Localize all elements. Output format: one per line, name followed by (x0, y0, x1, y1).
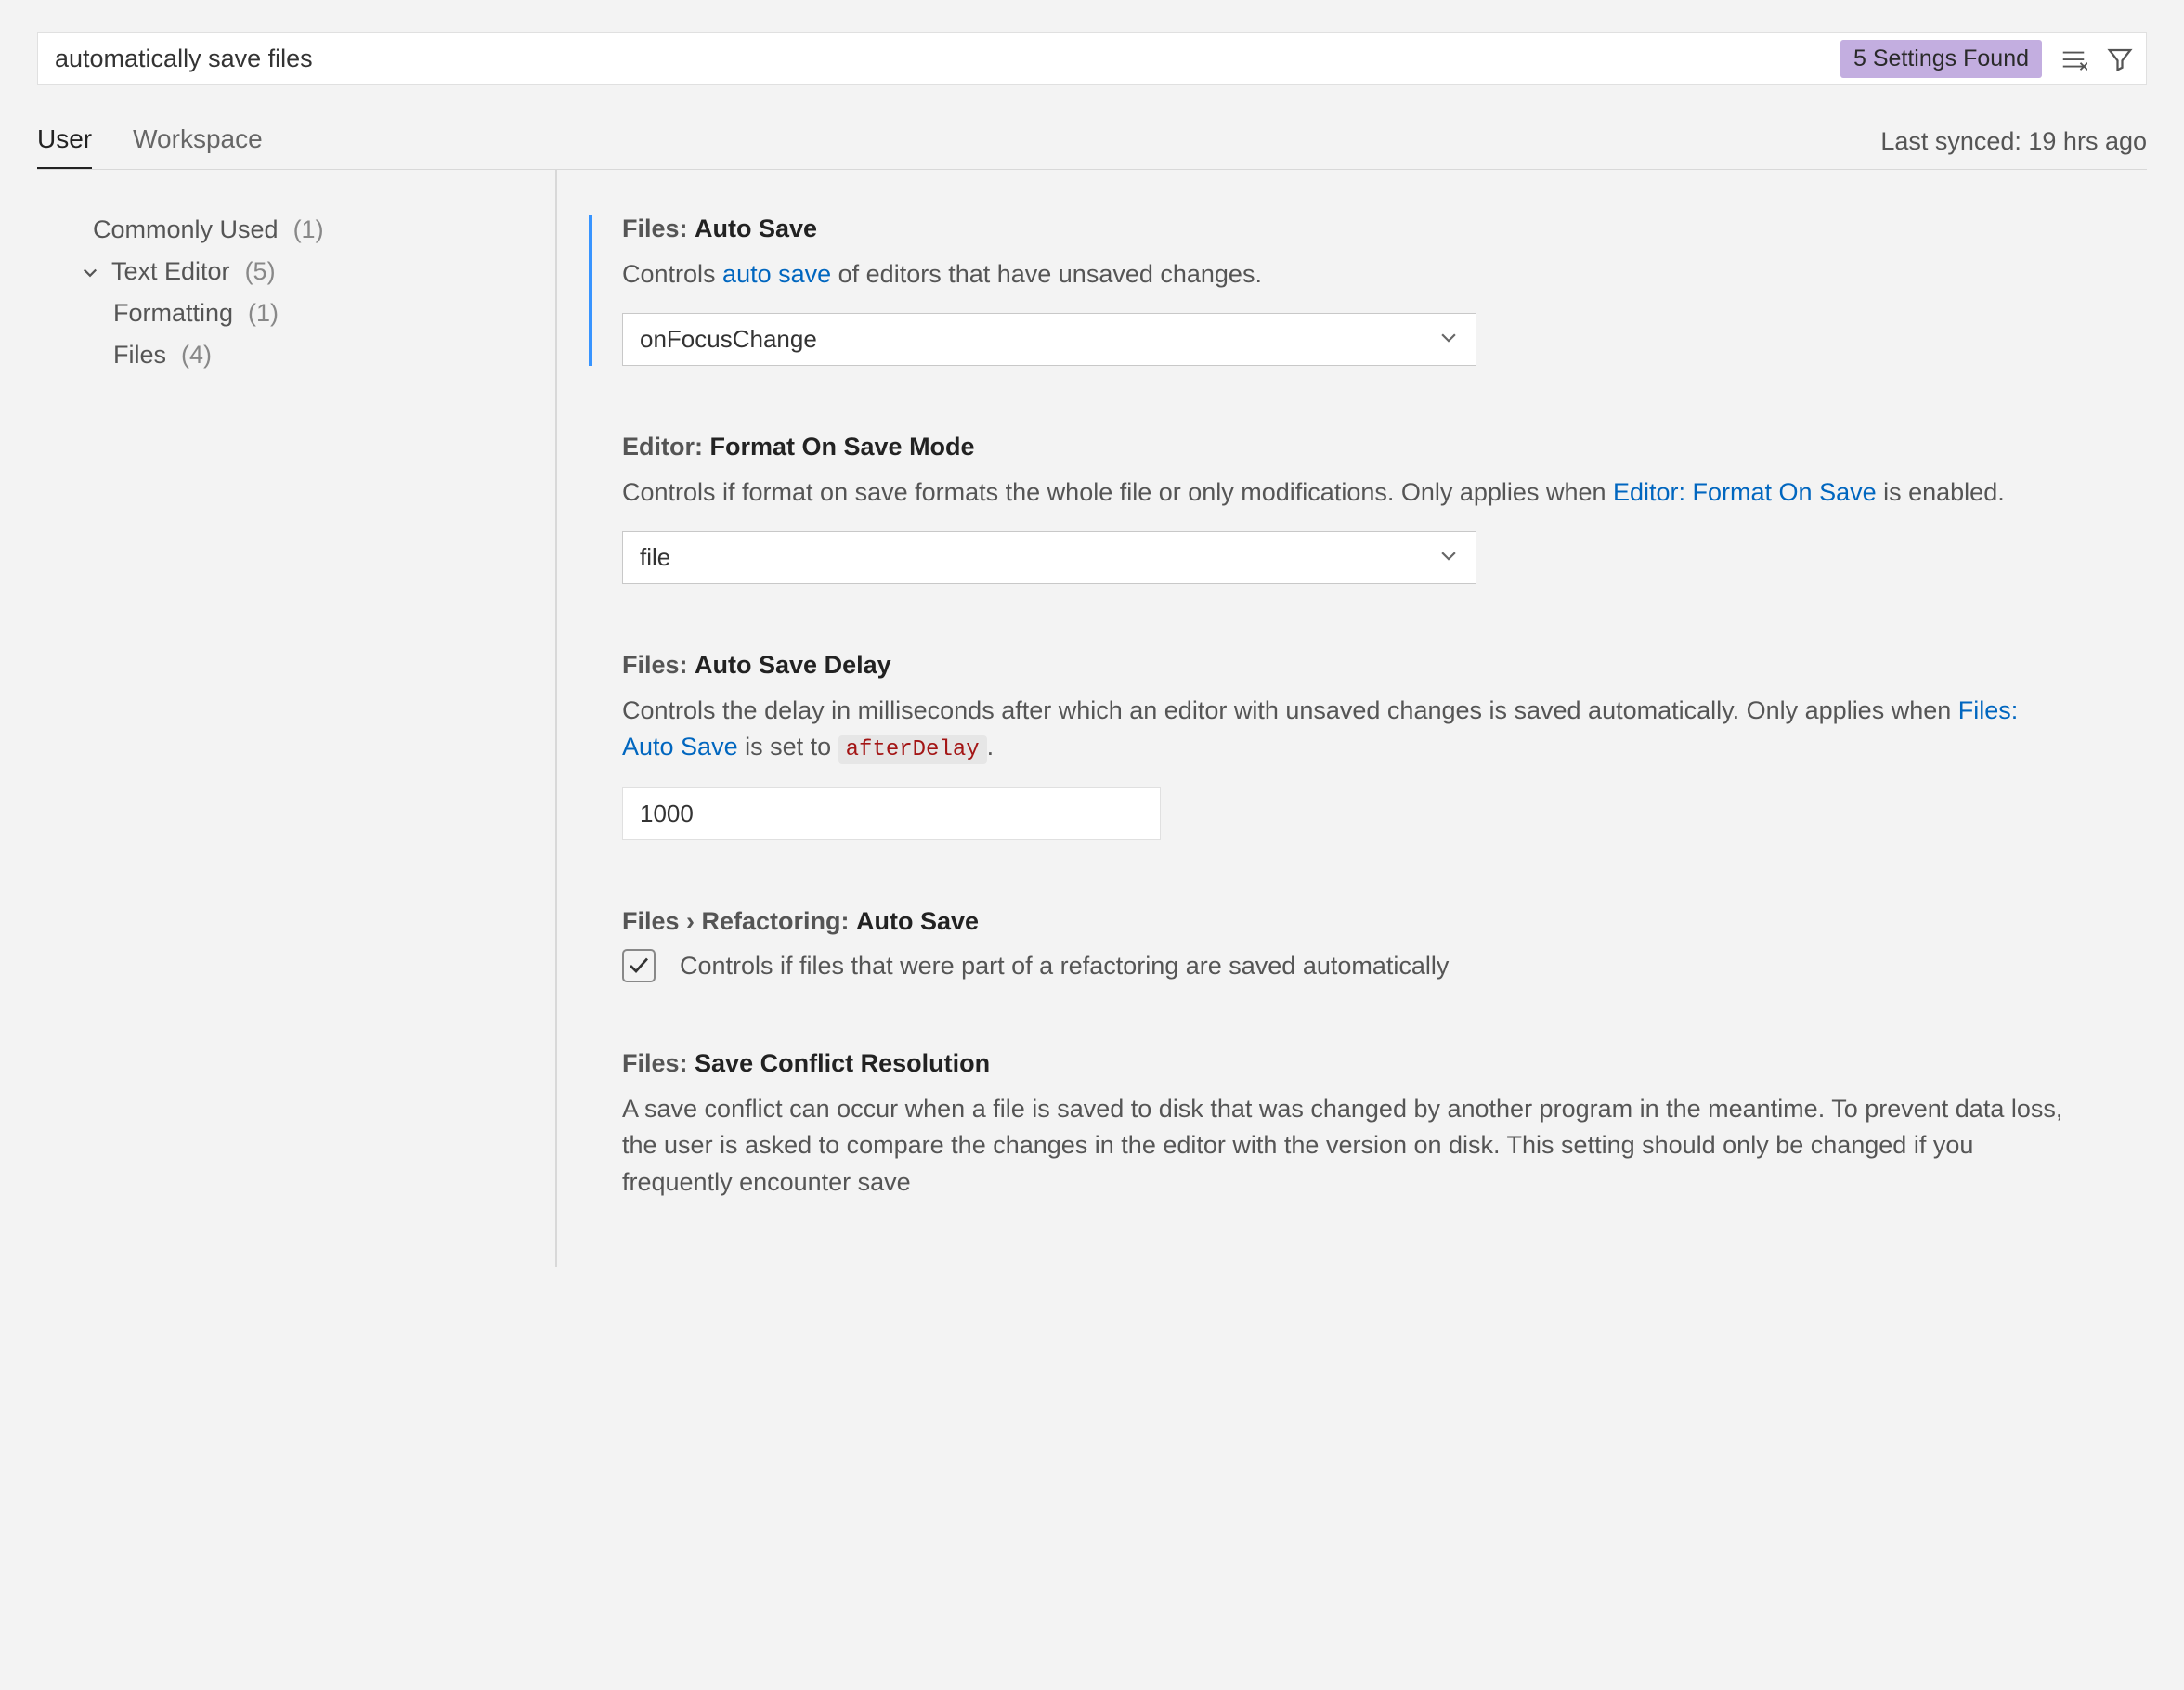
setting-title: Files: Auto Save Delay (622, 651, 2071, 680)
setting-name: Auto Save (695, 214, 817, 242)
refactoring-auto-save-checkbox[interactable] (622, 949, 656, 982)
desc-text: Controls if format on save formats the w… (622, 478, 1613, 506)
settings-content: Files: Auto Save Controls auto save of e… (557, 170, 2147, 1268)
sidebar-item-count: (4) (181, 341, 212, 370)
desc-text: Controls the delay in milliseconds after… (622, 696, 1958, 724)
settings-search-bar: 5 Settings Found (37, 32, 2147, 85)
format-on-save-mode-select[interactable]: file (622, 531, 1476, 584)
sidebar-item-label: Formatting (113, 299, 233, 328)
tab-workspace[interactable]: Workspace (133, 124, 263, 169)
desc-code: afterDelay (838, 735, 987, 764)
setting-name: Save Conflict Resolution (695, 1049, 990, 1077)
desc-link[interactable]: Editor: Format On Save (1613, 478, 1877, 506)
setting-format-on-save-mode: Editor: Format On Save Mode Controls if … (622, 433, 2071, 584)
auto-save-delay-input[interactable] (622, 787, 1161, 840)
setting-prefix: Files: (622, 1049, 695, 1077)
chevron-down-icon (78, 260, 102, 284)
chevron-down-icon (1438, 325, 1459, 354)
setting-prefix: Files: (622, 651, 695, 679)
setting-auto-save-delay: Files: Auto Save Delay Controls the dela… (622, 651, 2071, 840)
sidebar-item-label: Commonly Used (93, 215, 279, 244)
desc-text: is enabled. (1877, 478, 2005, 506)
filter-icon[interactable] (2100, 39, 2140, 80)
desc-text: . (987, 733, 994, 760)
select-value: onFocusChange (640, 325, 817, 354)
sidebar-item-files[interactable]: Files (4) (74, 334, 537, 376)
sidebar-item-text-editor[interactable]: Text Editor (5) (74, 251, 537, 292)
setting-description: Controls auto save of editors that have … (622, 256, 2037, 292)
setting-description: A save conflict can occur when a file is… (622, 1091, 2071, 1200)
sidebar-item-count: (1) (293, 215, 324, 244)
checkbox-label: Controls if files that were part of a re… (680, 952, 1449, 981)
desc-text: is set to (738, 733, 838, 760)
sidebar-item-label: Files (113, 341, 166, 370)
setting-title: Editor: Format On Save Mode (622, 433, 2071, 462)
chevron-down-icon (1438, 543, 1459, 572)
setting-name: Auto Save Delay (695, 651, 891, 679)
setting-prefix: Files: (622, 214, 695, 242)
setting-name: Format On Save Mode (710, 433, 975, 461)
clear-search-icon[interactable] (2053, 39, 2094, 80)
settings-found-badge: 5 Settings Found (1840, 40, 2042, 78)
setting-title: Files › Refactoring: Auto Save (622, 907, 2071, 936)
setting-description: Controls the delay in milliseconds after… (622, 693, 2071, 767)
desc-link[interactable]: auto save (722, 260, 831, 288)
setting-save-conflict-resolution: Files: Save Conflict Resolution A save c… (622, 1049, 2071, 1200)
sidebar-item-count: (5) (245, 257, 276, 286)
setting-files-auto-save: Files: Auto Save Controls auto save of e… (589, 214, 2037, 366)
settings-search-input[interactable] (38, 33, 1840, 84)
desc-text: of editors that have unsaved changes. (831, 260, 1262, 288)
setting-prefix: Files › Refactoring: (622, 907, 856, 935)
settings-scope-tabs: User Workspace Last synced: 19 hrs ago (37, 124, 2147, 170)
setting-title: Files: Auto Save (622, 214, 2037, 243)
sidebar-item-formatting[interactable]: Formatting (1) (74, 292, 537, 334)
sidebar-item-count: (1) (248, 299, 279, 328)
setting-prefix: Editor: (622, 433, 710, 461)
tab-user[interactable]: User (37, 124, 92, 169)
setting-description: Controls if format on save formats the w… (622, 474, 2071, 511)
setting-refactoring-auto-save: Files › Refactoring: Auto Save Controls … (622, 907, 2071, 982)
desc-text: Controls (622, 260, 722, 288)
setting-title: Files: Save Conflict Resolution (622, 1049, 2071, 1078)
settings-sidebar: Commonly Used (1) Text Editor (5) Format… (37, 170, 557, 1268)
sync-status[interactable]: Last synced: 19 hrs ago (1880, 127, 2147, 169)
sidebar-item-commonly-used[interactable]: Commonly Used (1) (74, 209, 537, 251)
select-value: file (640, 543, 670, 572)
setting-name: Auto Save (856, 907, 979, 935)
sidebar-item-label: Text Editor (111, 257, 230, 286)
auto-save-select[interactable]: onFocusChange (622, 313, 1476, 366)
desc-text: A save conflict can occur when a file is… (622, 1095, 2062, 1195)
